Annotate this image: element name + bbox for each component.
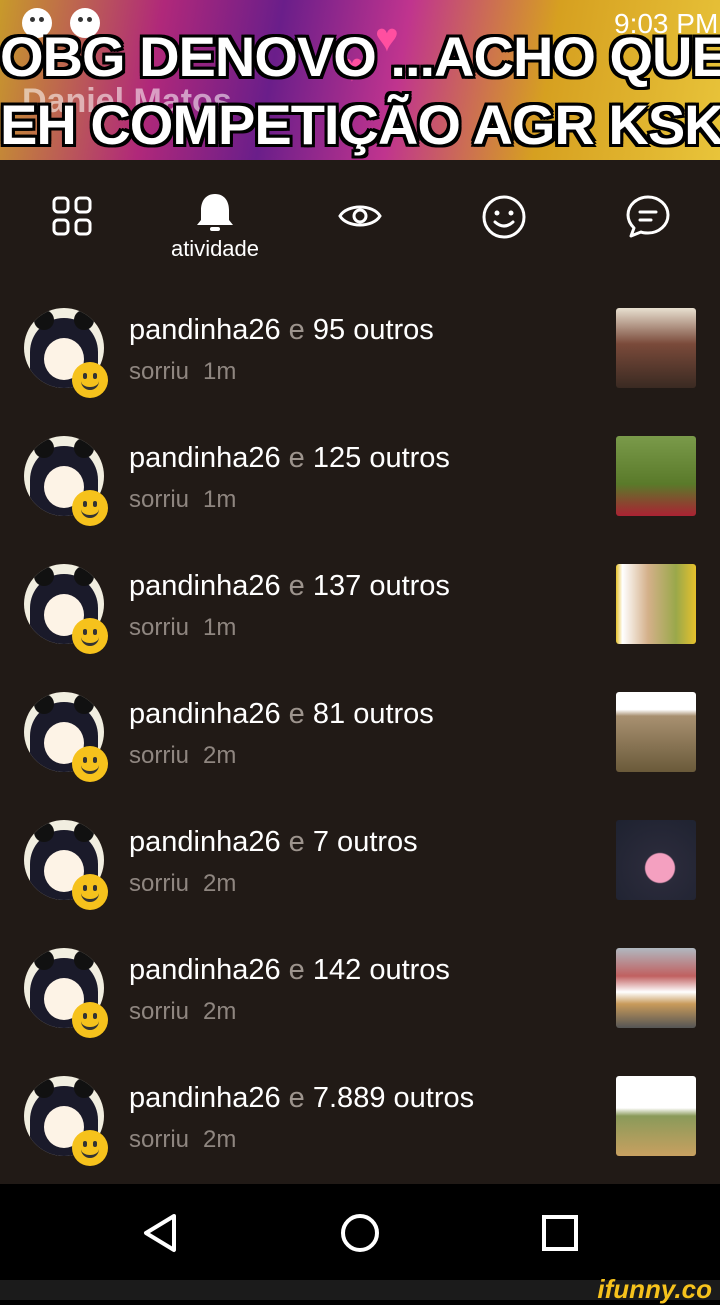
activity-screen: atividade pandinha26 e 95 outros sorriu … — [0, 160, 720, 1184]
list-item[interactable]: pandinha26 e 81 outros sorriu 2m — [0, 672, 720, 800]
others-count: 95 outros — [312, 314, 434, 346]
activity-time: 2m — [203, 742, 237, 769]
activity-subtitle: sorriu 2m — [129, 1126, 237, 1153]
post-thumbnail[interactable] — [616, 308, 696, 388]
post-thumbnail[interactable] — [616, 1076, 696, 1156]
tab-grid[interactable] — [27, 194, 117, 284]
back-icon[interactable] — [136, 1208, 186, 1258]
grid-icon — [52, 196, 92, 236]
others-count: 125 outros — [312, 442, 450, 474]
username[interactable]: pandinha26 — [129, 698, 281, 730]
activity-title: pandinha26 e 81 outros — [129, 698, 434, 730]
meme-caption-header: Daniel Matos 9:03 PM ♥ ♥ OBG DENOVO ...A… — [0, 0, 720, 160]
post-thumbnail[interactable] — [616, 436, 696, 516]
smile-badge-icon — [72, 362, 108, 398]
tab-activity-label: atividade — [170, 236, 260, 261]
activity-time: 2m — [203, 870, 237, 897]
others-count: 7.889 outros — [312, 1082, 475, 1114]
activity-time: 1m — [203, 614, 237, 641]
caption-line-2: EH COMPETIÇÃO AGR KSKSK — [0, 93, 720, 156]
username[interactable]: pandinha26 — [129, 1082, 281, 1114]
others-count: 7 outros — [312, 826, 418, 858]
bell-icon — [197, 194, 233, 231]
smile-badge-icon — [72, 618, 108, 654]
recents-icon[interactable] — [535, 1208, 585, 1258]
username[interactable]: pandinha26 — [129, 442, 281, 474]
activity-title: pandinha26 e 125 outros — [129, 442, 450, 474]
activity-title: pandinha26 e 95 outros — [129, 314, 434, 346]
activity-time: 2m — [203, 998, 237, 1025]
tab-comments[interactable] — [603, 194, 693, 284]
activity-title: pandinha26 e 142 outros — [129, 954, 450, 986]
username[interactable]: pandinha26 — [129, 314, 281, 346]
activity-title: pandinha26 e 7 outros — [129, 826, 418, 858]
smile-badge-icon — [72, 874, 108, 910]
tab-views[interactable] — [315, 194, 405, 284]
tab-activity[interactable]: atividade — [170, 190, 260, 280]
post-thumbnail[interactable] — [616, 692, 696, 772]
activity-subtitle: sorriu 2m — [129, 998, 237, 1025]
list-item[interactable]: pandinha26 e 142 outros sorriu 2m — [0, 928, 720, 1056]
activity-subtitle: sorriu 2m — [129, 742, 237, 769]
ifunny-watermark: ifunny.co — [597, 1274, 712, 1304]
tab-bar: atividade — [0, 160, 720, 280]
activity-subtitle: sorriu 2m — [129, 870, 237, 897]
post-thumbnail[interactable] — [616, 820, 696, 900]
username[interactable]: pandinha26 — [129, 954, 281, 986]
watermark-bar: ifunny.co — [0, 1274, 720, 1304]
eye-icon — [338, 205, 382, 227]
activity-time: 1m — [203, 486, 237, 513]
post-thumbnail[interactable] — [616, 564, 696, 644]
activity-subtitle: sorriu 1m — [129, 358, 237, 385]
caption-line-1: OBG DENOVO ...ACHO QUE — [0, 25, 720, 88]
home-icon[interactable] — [335, 1208, 385, 1258]
list-item[interactable]: pandinha26 e 7 outros sorriu 2m — [0, 800, 720, 928]
activity-title: pandinha26 e 137 outros — [129, 570, 450, 602]
activity-title: pandinha26 e 7.889 outros — [129, 1082, 475, 1114]
activity-list: pandinha26 e 95 outros sorriu 1m pandinha… — [0, 288, 720, 1184]
activity-subtitle: sorriu 1m — [129, 486, 237, 513]
post-thumbnail[interactable] — [616, 948, 696, 1028]
list-item[interactable]: pandinha26 e 137 outros sorriu 1m — [0, 544, 720, 672]
others-count: 81 outros — [312, 698, 434, 730]
android-nav-bar — [0, 1184, 720, 1280]
smile-badge-icon — [72, 1130, 108, 1166]
others-count: 137 outros — [312, 570, 450, 602]
smile-badge-icon — [72, 746, 108, 782]
smile-badge-icon — [72, 490, 108, 526]
list-item[interactable]: pandinha26 e 7.889 outros sorriu 2m — [0, 1056, 720, 1184]
activity-time: 2m — [203, 1126, 237, 1153]
chat-icon — [626, 195, 670, 238]
tab-smiles[interactable] — [459, 194, 549, 284]
activity-time: 1m — [203, 358, 237, 385]
smile-icon — [482, 195, 526, 239]
list-item[interactable]: pandinha26 e 125 outros sorriu 1m — [0, 416, 720, 544]
others-count: 142 outros — [312, 954, 450, 986]
username[interactable]: pandinha26 — [129, 570, 281, 602]
smile-badge-icon — [72, 1002, 108, 1038]
activity-subtitle: sorriu 1m — [129, 614, 237, 641]
list-item[interactable]: pandinha26 e 95 outros sorriu 1m — [0, 288, 720, 416]
username[interactable]: pandinha26 — [129, 826, 281, 858]
